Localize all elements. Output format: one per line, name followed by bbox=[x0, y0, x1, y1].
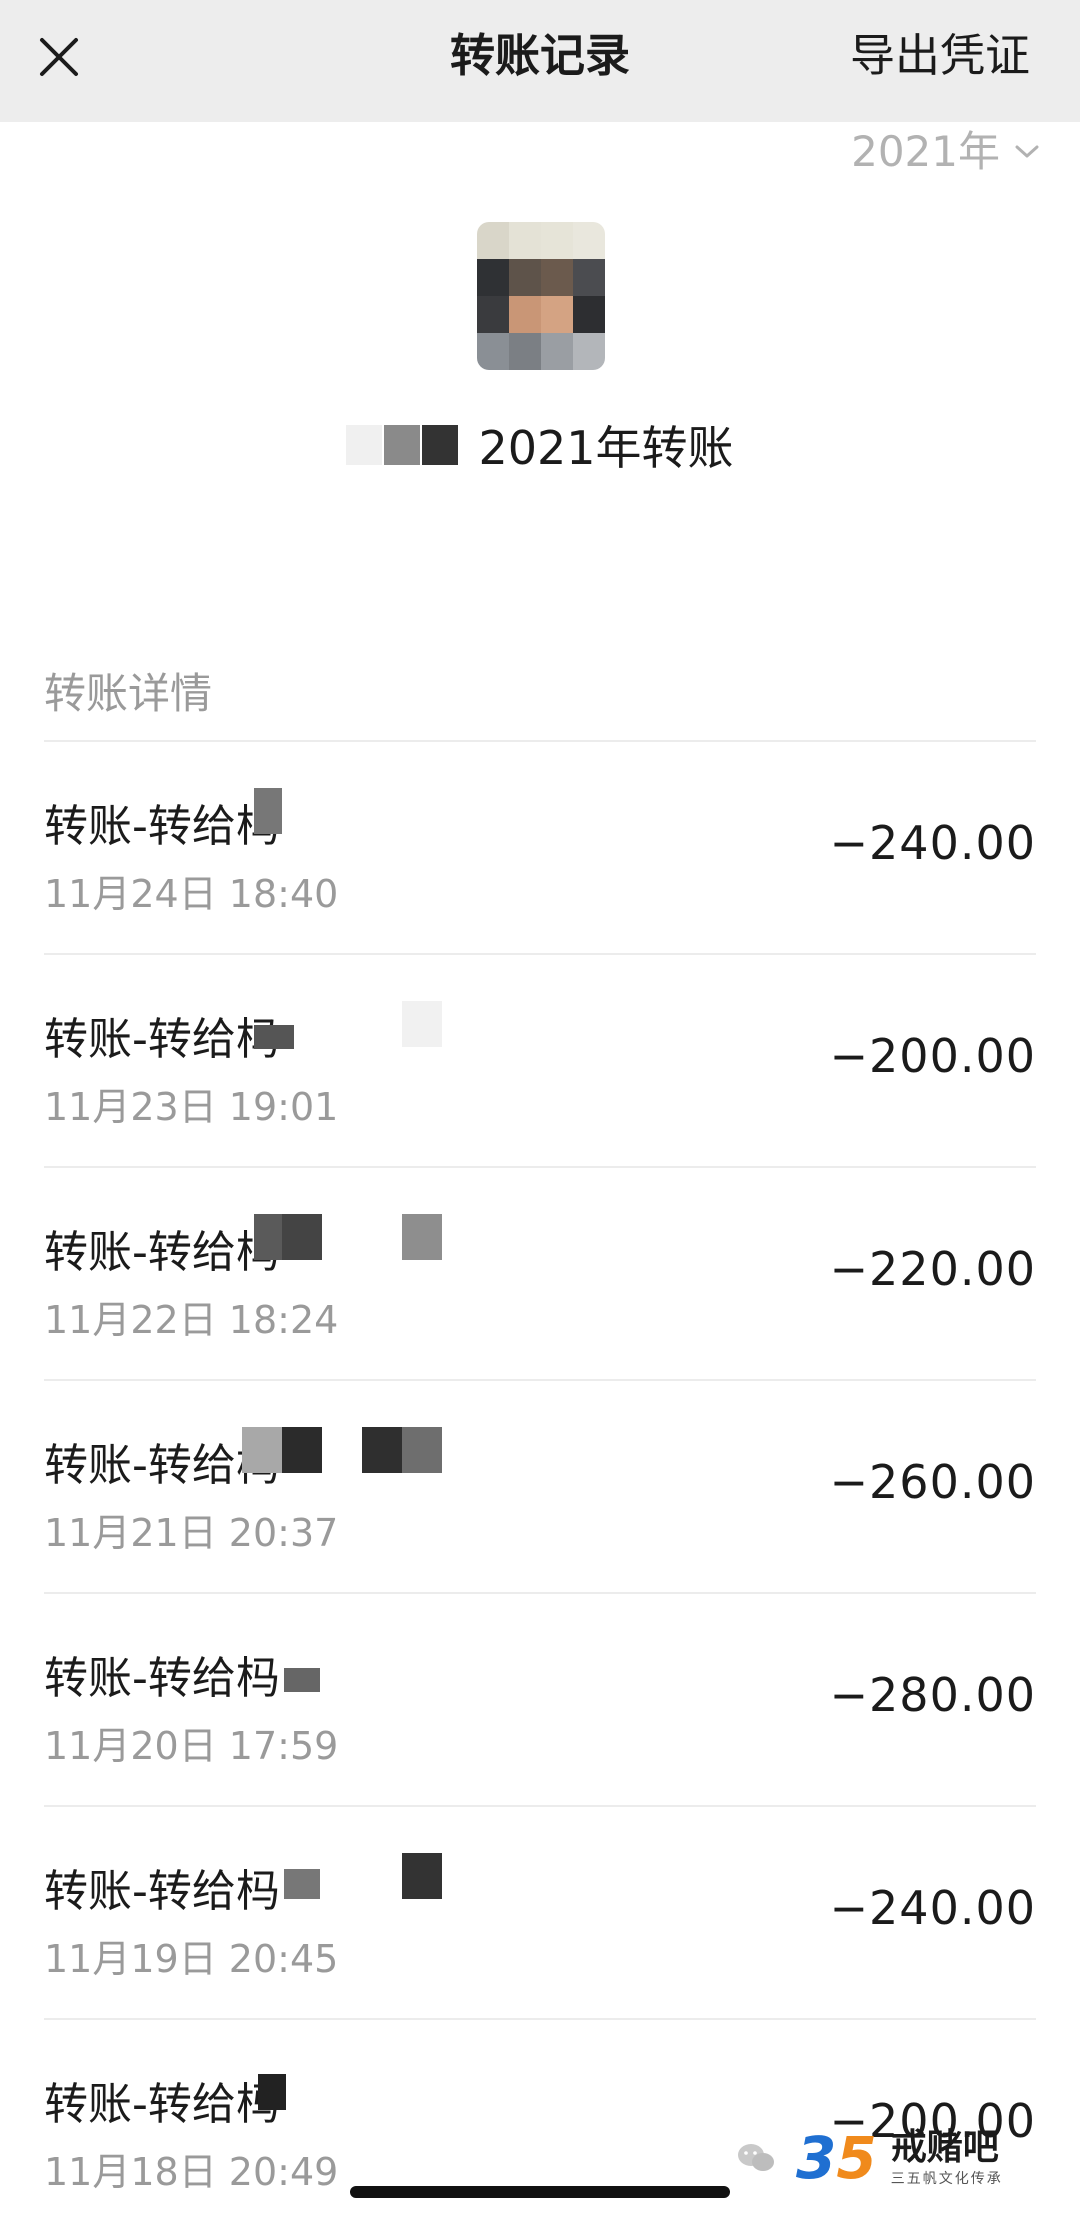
transaction-time: 11月24日 18:40 bbox=[44, 872, 339, 916]
redaction-mosaic bbox=[402, 1214, 442, 1260]
year-filter-value: 2021年 bbox=[851, 127, 1000, 176]
export-voucher-button[interactable]: 导出凭证 bbox=[850, 0, 1030, 112]
chevron-down-icon bbox=[1015, 145, 1039, 158]
summary-text: 2021年转账 bbox=[478, 421, 734, 475]
redaction-mosaic bbox=[284, 1668, 320, 1692]
transaction-row[interactable]: 转账-转给杩 11月24日 18:40 −240.00 bbox=[44, 740, 1036, 953]
transaction-amount: −260.00 bbox=[829, 1455, 1036, 1509]
avatar bbox=[477, 222, 605, 370]
transaction-amount: −200.00 bbox=[829, 1029, 1036, 1083]
redaction-mosaic bbox=[258, 2074, 286, 2110]
summary-line: 2021年转账 bbox=[0, 410, 1080, 480]
close-button[interactable] bbox=[36, 26, 86, 88]
section-title: 转账详情 bbox=[44, 669, 213, 718]
redaction-mosaic bbox=[282, 1214, 322, 1260]
redaction-mosaic bbox=[284, 1869, 320, 1899]
redaction-mosaic bbox=[254, 788, 282, 834]
transaction-amount: −220.00 bbox=[829, 1242, 1036, 1296]
transaction-row[interactable]: 转账-转给杩 11月23日 19:01 −200.00 bbox=[44, 953, 1036, 1166]
redaction-mosaic bbox=[402, 1001, 442, 1047]
close-icon bbox=[40, 38, 78, 76]
transaction-time: 11月20日 17:59 bbox=[44, 1724, 339, 1768]
transaction-amount: −280.00 bbox=[829, 1668, 1036, 1722]
transaction-title: 转账-转给杩 bbox=[44, 1014, 280, 1065]
redaction-mosaic bbox=[402, 1427, 442, 1473]
transaction-row[interactable]: 转账-转给杩 11月19日 20:45 −240.00 bbox=[44, 1805, 1036, 2018]
redaction-mosaic bbox=[422, 425, 459, 465]
transaction-time: 11月22日 18:24 bbox=[44, 1298, 339, 1342]
transaction-title: 转账-转给杩 bbox=[44, 1653, 280, 1704]
year-filter-dropdown[interactable]: 2021年 bbox=[851, 122, 1040, 182]
transaction-row[interactable]: 转账-转给杩 11月22日 18:24 −220.00 bbox=[44, 1166, 1036, 1379]
redaction-mosaic bbox=[282, 1427, 322, 1473]
transaction-time: 11月21日 20:37 bbox=[44, 1511, 339, 1555]
transaction-time: 11月23日 19:01 bbox=[44, 1085, 339, 1129]
redaction-mosaic bbox=[346, 425, 383, 465]
transaction-title: 转账-转给杩 bbox=[44, 1227, 280, 1278]
transaction-title: 转账-转给杩 bbox=[44, 801, 280, 852]
home-indicator[interactable] bbox=[350, 2186, 730, 2198]
top-bar: 转账记录 导出凭证 bbox=[0, 0, 1080, 122]
redaction-mosaic bbox=[362, 1427, 402, 1473]
wechat-icon bbox=[738, 2144, 774, 2171]
watermark-subtitle: 三五帆文化传承 bbox=[890, 2170, 1003, 2187]
transaction-time: 11月18日 20:49 bbox=[44, 2150, 339, 2194]
redaction-mosaic bbox=[254, 1025, 294, 1049]
redaction-mosaic bbox=[254, 1214, 282, 1260]
transaction-amount: −240.00 bbox=[829, 816, 1036, 870]
transaction-title: 转账-转给杩 bbox=[44, 1866, 280, 1917]
watermark: 35 戒赌吧 三五帆文化传承 bbox=[736, 2120, 1036, 2196]
transaction-list: 转账-转给杩 11月24日 18:40 −240.00 转账-转给杩 11月23… bbox=[0, 740, 1080, 2231]
transaction-amount: −240.00 bbox=[829, 1881, 1036, 1935]
redaction-mosaic bbox=[402, 1853, 442, 1899]
watermark-brand: 戒赌吧 bbox=[890, 2127, 999, 2169]
transaction-title: 转账-转给杩 bbox=[44, 2079, 280, 2130]
transaction-row[interactable]: 转账-转给杩 11月20日 17:59 −280.00 bbox=[44, 1592, 1036, 1805]
redaction-mosaic bbox=[242, 1427, 282, 1473]
redaction-mosaic bbox=[384, 425, 421, 465]
transaction-time: 11月19日 20:45 bbox=[44, 1937, 339, 1981]
transaction-row[interactable]: 转账-转给杩 11月21日 20:37 −260.00 bbox=[44, 1379, 1036, 1592]
watermark-logo: 35 bbox=[796, 2124, 877, 2192]
